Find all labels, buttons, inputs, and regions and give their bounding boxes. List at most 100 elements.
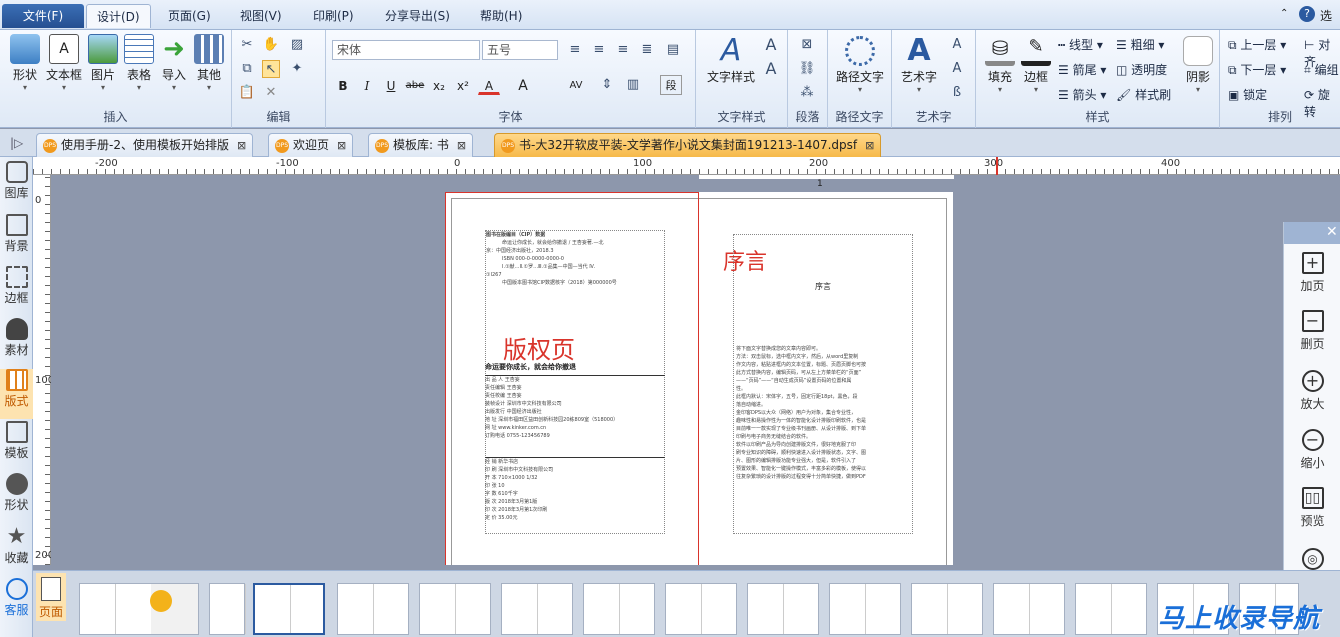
align-left-icon[interactable]: ≡ bbox=[566, 41, 584, 59]
sidebar-item-background[interactable]: 背景 bbox=[0, 214, 33, 254]
italic-button[interactable]: I bbox=[356, 75, 378, 95]
art-transform-icon[interactable]: ß bbox=[948, 84, 966, 102]
preface-text-frame[interactable]: 序言 将下面文字替换成您的文章内容即可。 方法：双击鼠标，选中框内文字，然后，从… bbox=[733, 234, 913, 534]
options-menu[interactable]: 选 bbox=[1320, 7, 1332, 24]
sidebar-item-template[interactable]: 模板 bbox=[0, 421, 33, 461]
table-button[interactable]: 表格 ▾ bbox=[120, 34, 158, 92]
menu-design[interactable]: 设计(D) bbox=[86, 4, 151, 28]
delete-page-button[interactable]: − 删页 bbox=[1284, 310, 1340, 352]
vertical-ruler[interactable]: 0 100 200 bbox=[33, 175, 54, 565]
thumbnail-page[interactable] bbox=[209, 583, 246, 635]
arrow-head-button[interactable]: ☰ 箭头 ▾ bbox=[1058, 86, 1106, 103]
zoom-out-button[interactable]: − 缩小 bbox=[1284, 429, 1340, 471]
text-wrap-icon[interactable]: ⊠ bbox=[798, 36, 816, 54]
path-text-button[interactable]: 路径文字 ▾ bbox=[832, 36, 888, 94]
design-canvas[interactable]: 1 图书在版编目（CIP）数据 命运让你成长，就会给你撤退 / 王杏妄著.—北 … bbox=[51, 175, 1340, 565]
shadow-button[interactable]: 阴影 ▾ bbox=[1180, 36, 1216, 94]
char-spacing-button[interactable]: AV bbox=[562, 75, 590, 95]
thumbnail-page[interactable] bbox=[993, 583, 1065, 635]
style-brush-button[interactable]: 🖌 样式刷 bbox=[1116, 86, 1171, 103]
close-tab-icon[interactable]: ⊠ bbox=[337, 139, 346, 152]
other-button[interactable]: 其他 ▾ bbox=[190, 34, 228, 92]
strikethrough-button[interactable]: abe bbox=[404, 75, 426, 95]
border-button[interactable]: ✎ 边框 ▾ bbox=[1018, 36, 1054, 94]
hand-icon[interactable]: ✋ bbox=[262, 36, 280, 54]
thumbnail-page[interactable] bbox=[1075, 583, 1147, 635]
menu-file[interactable]: 文件(F) bbox=[2, 4, 84, 28]
magic-wand-icon[interactable]: ✦ bbox=[288, 60, 306, 78]
art-fill-icon[interactable]: A bbox=[948, 60, 966, 78]
underline-button[interactable]: U bbox=[380, 75, 402, 95]
menu-page[interactable]: 页面(G) bbox=[158, 4, 221, 28]
close-icon[interactable]: ✕ bbox=[1326, 224, 1338, 240]
cut-icon[interactable]: ✂ bbox=[238, 36, 256, 54]
horizontal-ruler[interactable]: -200 -100 0 100 200 300 400 bbox=[33, 157, 1340, 175]
thumbnail-page-selected[interactable] bbox=[253, 583, 325, 635]
send-backward-button[interactable]: ⧉ 下一层 ▾ bbox=[1228, 61, 1286, 78]
line-spacing-icon[interactable]: ⇕ bbox=[598, 76, 616, 94]
text-shadow-icon[interactable]: A bbox=[762, 60, 780, 78]
font-color-button[interactable]: A bbox=[478, 75, 500, 95]
distribute-icon[interactable]: ▤ bbox=[664, 41, 682, 59]
line-type-button[interactable]: ┅ 线型 ▾ bbox=[1058, 36, 1103, 53]
thumbnail-page[interactable] bbox=[337, 583, 409, 635]
sidebar-item-support[interactable]: 客服 bbox=[0, 578, 33, 618]
thumbnail-page[interactable] bbox=[829, 583, 901, 635]
line-width-button[interactable]: ☰ 粗细 ▾ bbox=[1116, 36, 1164, 53]
picture-select-icon[interactable]: ▨ bbox=[288, 36, 306, 54]
columns-icon[interactable]: ▥ bbox=[624, 76, 642, 94]
thumbnail-page[interactable] bbox=[501, 583, 573, 635]
shape-button[interactable]: 形状 ▾ bbox=[6, 34, 44, 92]
sidebar-item-layout[interactable]: 版式 bbox=[0, 369, 33, 419]
sidebar-item-favorites[interactable]: ★ 收藏 bbox=[0, 526, 33, 566]
sidebar-item-material[interactable]: 素材 bbox=[0, 318, 33, 358]
tab-template-library[interactable]: DPS 模板库: 书 ⊠ bbox=[368, 133, 474, 157]
align-center-icon[interactable]: ≡ bbox=[590, 41, 608, 59]
thumbnail-page[interactable] bbox=[747, 583, 819, 635]
group-button[interactable]: ⌗ 编组 bbox=[1304, 61, 1339, 78]
font-size-adjust-button[interactable]: A bbox=[512, 75, 534, 95]
menu-share-export[interactable]: 分享导出(S) bbox=[375, 4, 460, 28]
sidebar-item-border[interactable]: 边框 bbox=[0, 266, 33, 306]
tab-current-document[interactable]: DPS 书-大32开软皮平装-文学著作小说文集封面191213-1407.dpsf… bbox=[494, 133, 882, 157]
tab-welcome[interactable]: DPS 欢迎页 ⊠ bbox=[268, 133, 354, 157]
lock-button[interactable]: ▣ 锁定 bbox=[1228, 86, 1267, 103]
close-tab-icon[interactable]: ⊠ bbox=[237, 139, 246, 152]
thumbnail-page[interactable] bbox=[583, 583, 655, 635]
collapse-ribbon-icon[interactable]: ⌃ bbox=[1280, 8, 1288, 19]
art-text-button[interactable]: A 艺术字 ▾ bbox=[896, 36, 942, 95]
thumbnail-page[interactable] bbox=[911, 583, 983, 635]
link-icon[interactable]: ⛓ bbox=[798, 60, 816, 78]
font-size-select[interactable]: 五号 bbox=[482, 40, 558, 60]
fill-button[interactable]: ⛁ 填充 ▾ bbox=[982, 36, 1018, 94]
import-button[interactable]: ➜ 导入 ▾ bbox=[155, 34, 193, 92]
zoom-in-button[interactable]: + 放大 bbox=[1284, 370, 1340, 412]
image-button[interactable]: 图片 ▾ bbox=[84, 34, 122, 92]
bold-button[interactable]: B bbox=[332, 75, 354, 95]
copy-icon[interactable]: ⧉ bbox=[238, 60, 256, 78]
art-effect-icon[interactable]: A bbox=[948, 36, 966, 54]
sidebar-item-gallery[interactable]: 图库 bbox=[0, 161, 33, 201]
tab-manual[interactable]: DPS 使用手册-2、使用模板开始排版 ⊠ bbox=[36, 133, 254, 157]
sidebar-item-shape[interactable]: 形状 bbox=[0, 473, 33, 513]
menu-view[interactable]: 视图(V) bbox=[230, 4, 292, 28]
justify-icon[interactable]: ≣ bbox=[638, 41, 656, 59]
page-spread[interactable]: 图书在版编目（CIP）数据 命运让你成长，就会给你撤退 / 王杏妄著.—北 京：… bbox=[445, 192, 953, 565]
thumbnail-cover[interactable] bbox=[79, 583, 199, 635]
textbox-button[interactable]: A 文本框 ▾ bbox=[44, 34, 84, 92]
menu-help[interactable]: 帮助(H) bbox=[470, 4, 532, 28]
add-page-button[interactable]: + 加页 bbox=[1284, 252, 1340, 294]
subscript-button[interactable]: x₂ bbox=[428, 75, 450, 95]
close-tab-icon[interactable]: ⊠ bbox=[865, 139, 874, 152]
help-icon[interactable]: ? bbox=[1299, 6, 1315, 22]
bring-forward-button[interactable]: ⧉ 上一层 ▾ bbox=[1228, 36, 1286, 53]
toggle-sidebar-icon[interactable]: |▷ bbox=[10, 136, 23, 150]
font-family-select[interactable]: 宋体 bbox=[332, 40, 480, 60]
close-tab-icon[interactable]: ⊠ bbox=[457, 139, 466, 152]
arrow-tail-button[interactable]: ☰ 箭尾 ▾ bbox=[1058, 61, 1106, 78]
thumbnail-page[interactable] bbox=[665, 583, 737, 635]
paragraph-button[interactable]: 段 bbox=[660, 75, 682, 95]
paste-icon[interactable]: 📋 bbox=[238, 84, 256, 102]
thumbnail-page[interactable] bbox=[419, 583, 491, 635]
superscript-button[interactable]: x² bbox=[452, 75, 474, 95]
